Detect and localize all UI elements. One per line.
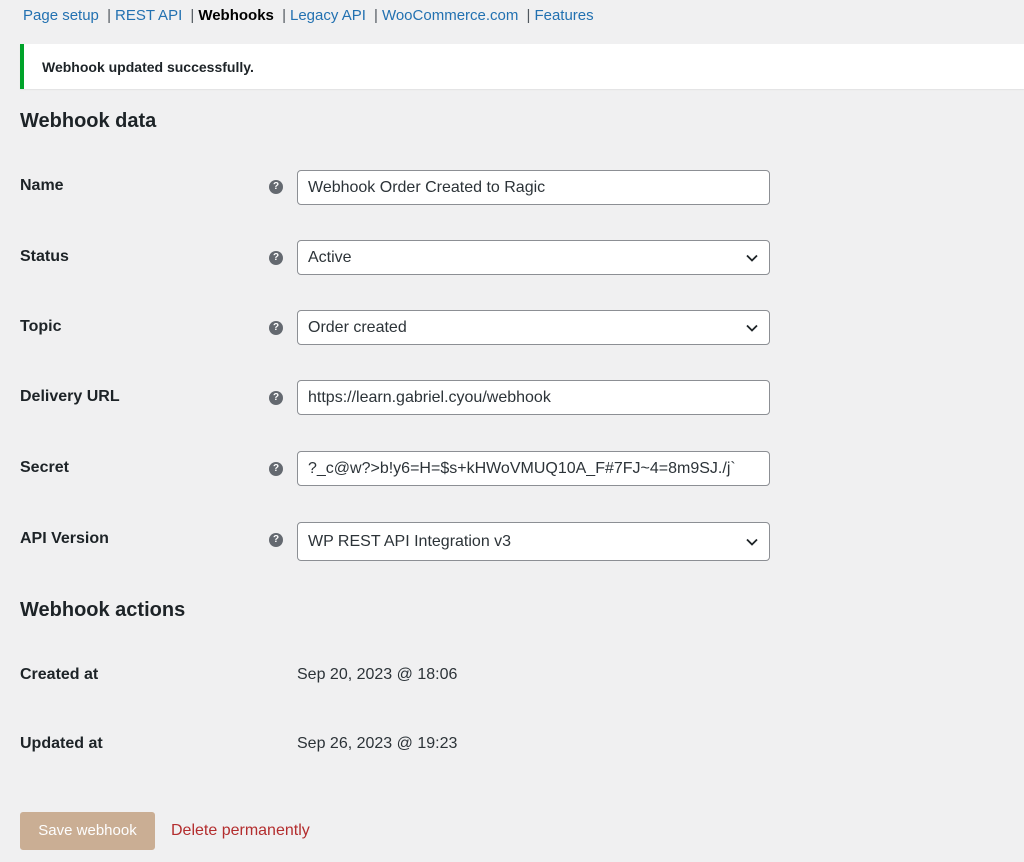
subnav-separator: | xyxy=(374,7,378,24)
updated-at-value: Sep 26, 2023 @ 19:23 xyxy=(297,735,458,752)
topic-label: Topic xyxy=(20,318,62,335)
updated-at-label: Updated at xyxy=(20,735,103,752)
save-webhook-button[interactable]: Save webhook xyxy=(20,812,155,850)
status-select[interactable]: Active xyxy=(297,240,770,275)
subnav-separator: | xyxy=(107,7,111,24)
topic-select[interactable]: Order created xyxy=(297,310,770,345)
webhook-actions-heading: Webhook actions xyxy=(20,599,186,621)
subnav-webhooks[interactable]: Webhooks xyxy=(198,7,274,24)
subnav-rest-api[interactable]: REST API xyxy=(115,7,182,24)
api-version-label: API Version xyxy=(20,530,109,547)
chevron-down-icon xyxy=(746,538,758,546)
subnav-page-setup[interactable]: Page setup xyxy=(23,7,99,24)
subnav-separator: | xyxy=(282,7,286,24)
subnav-separator: | xyxy=(190,7,195,24)
webhook-data-heading: Webhook data xyxy=(20,110,157,132)
delivery-url-input[interactable]: https://learn.gabriel.cyou/webhook xyxy=(297,380,770,415)
api-version-help-icon[interactable]: ? xyxy=(269,533,283,547)
name-label: Name xyxy=(20,177,64,194)
created-at-label: Created at xyxy=(20,666,99,683)
created-at-value: Sep 20, 2023 @ 18:06 xyxy=(297,666,458,683)
status-label: Status xyxy=(20,248,69,265)
secret-input[interactable]: ?_c@w?>b!y6=H=$s+kHWoVMUQ10A_F#7FJ~4=8m9… xyxy=(297,451,770,486)
status-select-value: Active xyxy=(308,249,352,266)
delivery-url-label: Delivery URL xyxy=(20,388,120,405)
chevron-down-icon xyxy=(746,324,758,332)
name-help-icon[interactable]: ? xyxy=(269,180,283,194)
name-input[interactable]: Webhook Order Created to Ragic xyxy=(297,170,770,205)
subnav-woocommerce-com[interactable]: WooCommerce.com xyxy=(382,7,518,24)
topic-help-icon[interactable]: ? xyxy=(269,321,283,335)
subnav-legacy-api[interactable]: Legacy API xyxy=(290,7,366,24)
chevron-down-icon xyxy=(746,254,758,262)
subnav: Page setup | REST API | Webhooks | Legacy A… xyxy=(23,7,594,25)
api-version-select[interactable]: WP REST API Integration v3 xyxy=(297,522,770,561)
delivery-url-help-icon[interactable]: ? xyxy=(269,391,283,405)
api-version-select-value: WP REST API Integration v3 xyxy=(308,533,512,550)
subnav-features[interactable]: Features xyxy=(534,7,593,24)
subnav-separator: | xyxy=(526,7,531,24)
delete-permanently-link[interactable]: Delete permanently xyxy=(171,822,310,840)
status-help-icon[interactable]: ? xyxy=(269,251,283,265)
topic-select-value: Order created xyxy=(308,319,407,336)
secret-help-icon[interactable]: ? xyxy=(269,462,283,476)
secret-label: Secret xyxy=(20,459,69,476)
success-notice: Webhook updated successfully. xyxy=(20,44,1024,89)
